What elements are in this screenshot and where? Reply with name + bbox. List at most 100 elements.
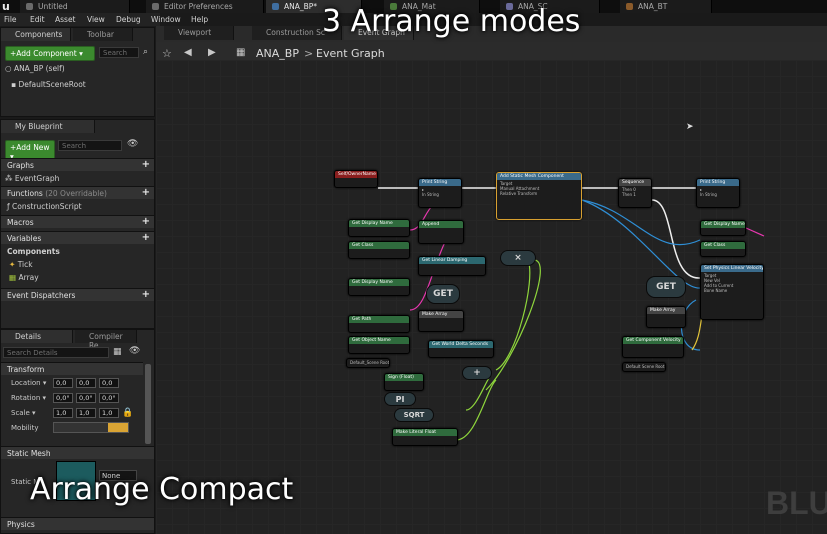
add-macro-icon[interactable]: + xyxy=(142,216,150,227)
add-function-icon[interactable]: + xyxy=(142,187,150,198)
physics-section[interactable]: Physics xyxy=(1,517,154,530)
menu-file[interactable]: File xyxy=(4,15,17,24)
add-graph-icon[interactable]: + xyxy=(142,159,150,170)
scale-y[interactable]: 1,0 xyxy=(76,408,96,418)
tab-details[interactable]: Details xyxy=(1,330,73,343)
location-label[interactable]: Location ▾ xyxy=(11,379,46,387)
breadcrumb-graph[interactable]: Event Graph xyxy=(316,47,385,60)
event-dispatchers-category[interactable]: Event Dispatchers + xyxy=(1,288,154,301)
append-node[interactable]: Append xyxy=(418,220,464,244)
event-graph-canvas[interactable]: Self/OwnerName Print String ▸ In String A… xyxy=(156,60,827,534)
grid-view-icon[interactable]: ▦ xyxy=(113,347,122,357)
tab-my-blueprint[interactable]: My Blueprint xyxy=(1,120,95,133)
component-root-item[interactable]: ○ ANA_BP (self) xyxy=(5,64,65,73)
get-world-delta-node[interactable]: Get World Delta Seconds xyxy=(428,340,494,358)
print-string-node-2[interactable]: Print String ▸ In String xyxy=(696,178,740,208)
pi-compact-node[interactable]: PI xyxy=(384,392,416,406)
scale-z[interactable]: 1,0 xyxy=(99,408,119,418)
variable-array[interactable]: ▦ Array xyxy=(9,273,39,282)
get-class-node-2[interactable]: Get Class xyxy=(700,241,746,257)
rotation-x[interactable]: 0,0° xyxy=(53,393,73,403)
default-scene-root-node[interactable]: Default_Scene Root xyxy=(346,358,390,368)
scale-x[interactable]: 1,0 xyxy=(53,408,73,418)
functions-category[interactable]: Functions (20 Overridable) + xyxy=(1,186,154,199)
get-display-name-node-3[interactable]: Get Display Name xyxy=(700,220,746,236)
make-literal-float-node[interactable]: Make Literal Float xyxy=(392,428,458,446)
get-component-velocity-node[interactable]: Get Component Velocity xyxy=(622,336,684,358)
event-graph-item[interactable]: ⁂ EventGraph xyxy=(5,174,59,183)
sign-float-node[interactable]: Sign (Float) xyxy=(384,373,424,391)
add-variable-icon[interactable]: + xyxy=(142,232,150,243)
tab-ana-bt[interactable]: ANA_BT xyxy=(620,0,712,13)
get-path-node[interactable]: Get Path xyxy=(348,315,410,333)
location-x[interactable]: 0,0 xyxy=(53,378,73,388)
back-arrow-icon[interactable]: ◀ xyxy=(184,47,192,58)
rotation-y[interactable]: 0,0° xyxy=(76,393,96,403)
transform-section[interactable]: Transform xyxy=(1,362,143,375)
tab-compiler-results[interactable]: Compiler Re xyxy=(75,330,137,350)
breadcrumb-separator: > xyxy=(304,47,314,60)
lock-icon[interactable]: 🔒 xyxy=(122,408,133,418)
add-static-mesh-node[interactable]: Add Static Mesh Component Target Manual A… xyxy=(496,172,582,220)
get-object-name-node[interactable]: Get Object Name xyxy=(348,336,410,354)
sqrt-compact-node[interactable]: SQRT xyxy=(394,408,434,422)
menu-window[interactable]: Window xyxy=(151,15,181,24)
set-physics-linear-velocity-node[interactable]: Set Physics Linear Velocity Target New Ve… xyxy=(700,264,764,320)
static-mesh-section[interactable]: Static Mesh xyxy=(1,446,154,459)
components-subcategory[interactable]: Components xyxy=(7,247,60,256)
rotation-z[interactable]: 0,0° xyxy=(99,393,119,403)
blueprint-search-input[interactable]: Search xyxy=(58,140,122,151)
mobility-toggle[interactable] xyxy=(53,422,129,433)
get-display-name-node[interactable]: Get Display Name xyxy=(348,219,410,237)
tab-untitled[interactable]: Untitled xyxy=(20,0,130,13)
add-dispatcher-icon[interactable]: + xyxy=(142,289,150,300)
breadcrumb-asset[interactable]: ANA_BP xyxy=(256,47,299,60)
forward-arrow-icon[interactable]: ▶ xyxy=(208,47,216,58)
movable-option[interactable] xyxy=(108,423,128,432)
menu-help[interactable]: Help xyxy=(191,15,208,24)
sequence-node[interactable]: Sequence Then 0 Then 1 xyxy=(618,178,652,208)
macros-category[interactable]: Macros + xyxy=(1,215,154,228)
default-scene-root-node-2[interactable]: Default Scene Root xyxy=(622,362,666,372)
menu-asset[interactable]: Asset xyxy=(55,15,76,24)
float-wire xyxy=(455,379,497,441)
component-default-scene-root[interactable]: ▪ DefaultSceneRoot xyxy=(11,80,86,89)
tab-editor-preferences[interactable]: Editor Preferences xyxy=(146,0,264,13)
unreal-logo-icon: u xyxy=(2,0,10,13)
construction-script-item[interactable]: ƒ ConstructionScript xyxy=(7,202,82,211)
components-search-input[interactable]: Search xyxy=(99,47,139,58)
components-panel: Components Toolbar +Add Component ▾ Sear… xyxy=(0,27,155,117)
star-icon[interactable]: ☆ xyxy=(162,47,172,60)
location-z[interactable]: 0,0 xyxy=(99,378,119,388)
get-display-name-node-2[interactable]: Get Display Name xyxy=(348,278,410,296)
tab-viewport[interactable]: Viewport xyxy=(164,26,234,40)
array-grid-icon: ▦ xyxy=(9,273,17,282)
event-node[interactable]: Self/OwnerName xyxy=(334,170,378,188)
print-string-node[interactable]: Print String ▸ In String xyxy=(418,178,462,208)
eye-icon[interactable]: 👁 xyxy=(127,139,138,149)
make-array-node-2[interactable]: Make Array xyxy=(646,306,686,328)
get-compact-node[interactable]: GET xyxy=(426,284,460,304)
get-linear-damping-node[interactable]: Get Linear Damping xyxy=(418,256,486,276)
scale-label[interactable]: Scale ▾ xyxy=(11,409,36,417)
multiply-compact-node[interactable]: × xyxy=(500,250,536,266)
add-component-button[interactable]: +Add Component ▾ xyxy=(5,46,95,61)
search-icon[interactable]: ⌕ xyxy=(143,47,148,57)
get-class-node[interactable]: Get Class xyxy=(348,241,410,259)
graphs-category[interactable]: Graphs + xyxy=(1,158,154,171)
menu-edit[interactable]: Edit xyxy=(30,15,45,24)
eye-icon[interactable]: 👁 xyxy=(129,346,140,356)
get-compact-node-2[interactable]: GET xyxy=(646,276,686,298)
location-y[interactable]: 0,0 xyxy=(76,378,96,388)
tab-components[interactable]: Components xyxy=(1,28,71,41)
variables-category[interactable]: Variables + xyxy=(1,231,154,244)
menu-view[interactable]: View xyxy=(87,15,105,24)
variable-tick[interactable]: ✦ Tick xyxy=(9,260,33,269)
tab-toolbar[interactable]: Toolbar xyxy=(73,28,133,41)
make-array-node[interactable]: Make Array xyxy=(418,310,464,332)
menu-debug[interactable]: Debug xyxy=(116,15,141,24)
rotation-label[interactable]: Rotation ▾ xyxy=(11,394,46,402)
details-scrollbar[interactable] xyxy=(145,364,151,444)
add-compact-node[interactable]: + xyxy=(462,366,492,380)
details-search-input[interactable]: Search Details xyxy=(3,347,109,358)
